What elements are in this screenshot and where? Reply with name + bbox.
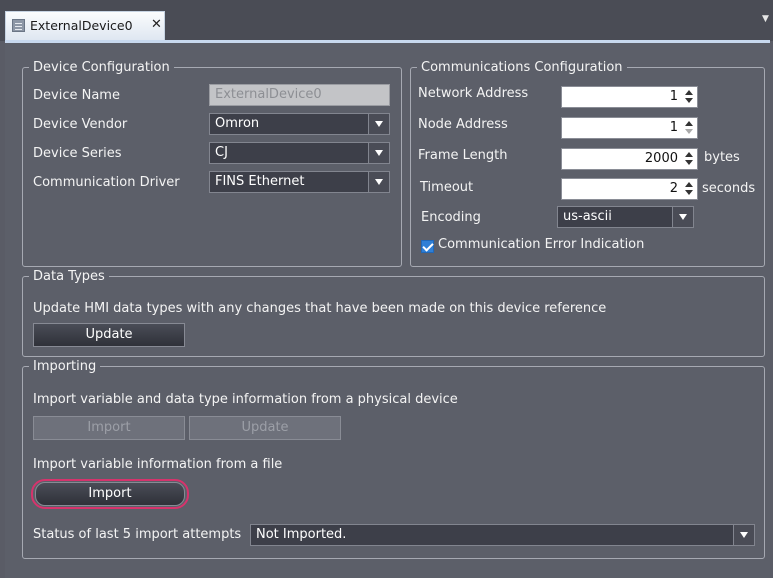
frame-length-stepper[interactable]: 2000 (561, 148, 698, 170)
chevron-down-icon (733, 525, 754, 545)
device-editor-panel: Device Configuration Device Name Externa… (5, 43, 770, 578)
encoding-label: Encoding (421, 210, 481, 225)
communication-error-indication-checkbox[interactable] (421, 240, 434, 253)
device-vendor-label: Device Vendor (33, 117, 128, 132)
communications-configuration-legend: Communications Configuration (421, 60, 623, 75)
device-series-label: Device Series (33, 146, 122, 161)
network-address-label: Network Address (418, 86, 529, 101)
communication-error-indication-label: Communication Error Indication (438, 237, 645, 252)
importing-legend: Importing (33, 359, 97, 374)
tab-external-device[interactable]: ExternalDevice0 ✕ (5, 11, 165, 40)
device-name-label: Device Name (33, 88, 120, 103)
chevron-down-icon (672, 207, 693, 227)
data-types-description: Update HMI data types with any changes t… (33, 301, 607, 316)
physical-import-button[interactable]: Import (33, 416, 185, 440)
device-icon (12, 19, 25, 32)
timeout-stepper[interactable]: 2 (561, 178, 698, 200)
chevron-down-icon (368, 143, 389, 163)
node-address-label: Node Address (418, 117, 508, 132)
communication-driver-label: Communication Driver (33, 175, 180, 190)
data-types-update-button[interactable]: Update (33, 323, 185, 347)
encoding-select[interactable]: us-ascii (557, 206, 694, 228)
close-icon[interactable]: ✕ (151, 17, 162, 32)
device-configuration-legend: Device Configuration (33, 60, 170, 75)
frame-length-label: Frame Length (418, 148, 508, 163)
spinner-arrows-icon[interactable] (684, 182, 694, 196)
timeout-label: Timeout (420, 180, 474, 195)
tab-title: ExternalDevice0 (30, 18, 133, 33)
physical-import-description: Import variable and data type informatio… (33, 392, 458, 407)
spinner-arrows-icon[interactable] (684, 90, 694, 104)
timeout-unit: seconds (702, 181, 756, 196)
node-address-stepper[interactable]: 1 (561, 117, 698, 139)
file-import-button[interactable]: Import (35, 482, 185, 506)
device-vendor-select[interactable]: Omron (209, 113, 390, 135)
file-import-description: Import variable information from a file (33, 457, 283, 472)
data-types-legend: Data Types (33, 269, 105, 284)
chevron-down-icon (368, 114, 389, 134)
physical-update-button[interactable]: Update (189, 416, 341, 440)
spinner-arrows-icon[interactable] (684, 152, 694, 166)
tab-list-dropdown-icon[interactable]: ▼ (762, 14, 769, 24)
communication-driver-select[interactable]: FINS Ethernet (209, 171, 390, 193)
chevron-down-icon (368, 172, 389, 192)
spinner-arrows-icon[interactable] (684, 121, 694, 135)
network-address-stepper[interactable]: 1 (561, 86, 698, 108)
frame-length-unit: bytes (704, 150, 740, 165)
device-name-field: ExternalDevice0 (209, 84, 390, 106)
import-status-label: Status of last 5 import attempts (33, 527, 242, 542)
import-status-select[interactable]: Not Imported. (250, 524, 755, 546)
device-series-select[interactable]: CJ (209, 142, 390, 164)
